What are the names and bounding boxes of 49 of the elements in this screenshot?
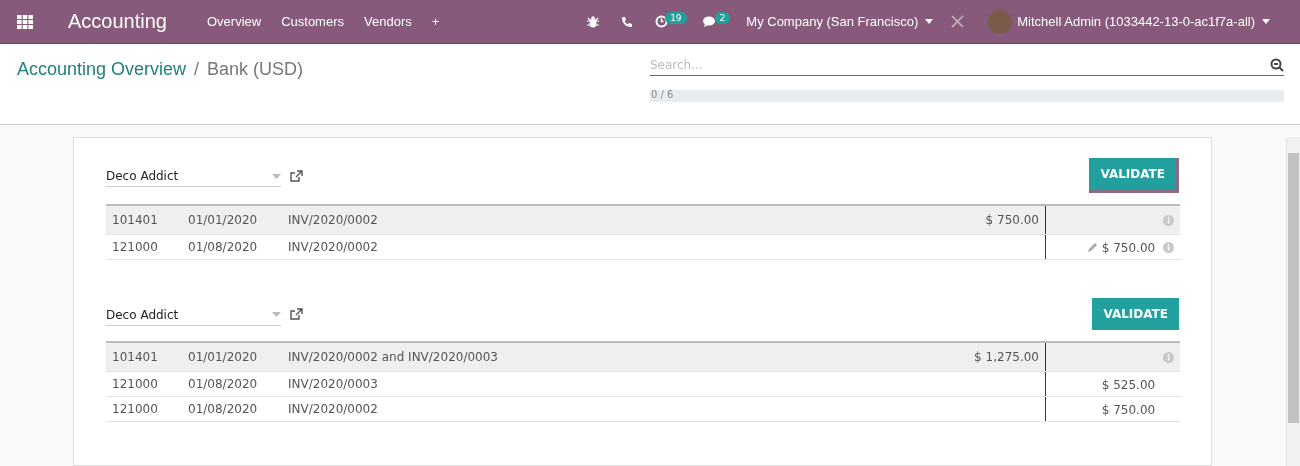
date-cell: 01/08/2020 xyxy=(188,377,258,391)
bug-icon[interactable] xyxy=(587,15,600,28)
partner-select[interactable]: Deco Addict xyxy=(106,302,281,326)
debit-amount: $ 1,275.00 xyxy=(974,350,1039,364)
menu-item[interactable]: + xyxy=(431,14,440,29)
validate-button[interactable]: VALIDATE xyxy=(1089,158,1179,193)
app-title: Accounting xyxy=(68,10,167,33)
company-switcher[interactable]: My Company (San Francisco) xyxy=(746,14,919,29)
breadcrumb-link[interactable]: Accounting Overview xyxy=(17,59,187,80)
caret-icon xyxy=(272,312,281,317)
label-cell: INV/2020/0003 xyxy=(288,377,378,391)
credit-amount: $ 750.00 xyxy=(1101,402,1156,417)
caret-icon xyxy=(272,173,281,179)
external-link-icon[interactable] xyxy=(290,169,303,182)
label-cell: INV/2020/0002 xyxy=(288,402,378,416)
partner-select[interactable]: Deco Addict xyxy=(106,164,281,187)
apps-grid-icon[interactable] xyxy=(17,14,33,29)
date-cell: 01/08/2020 xyxy=(188,240,258,254)
progress-text: 0 / 6 xyxy=(651,89,674,100)
activity-count-badge: 19 xyxy=(665,12,687,24)
account-cell: 101401 xyxy=(112,213,158,227)
label-cell: INV/2020/0002 xyxy=(288,240,378,254)
menu-item[interactable]: Overview xyxy=(206,14,262,29)
credit-amount: $ 750.00 xyxy=(1101,240,1156,255)
phone-icon[interactable] xyxy=(621,15,634,28)
date-cell: 01/01/2020 xyxy=(188,350,258,364)
scrollbar[interactable] xyxy=(1286,137,1300,466)
account-cell: 121000 xyxy=(112,402,158,416)
date-cell: 01/01/2020 xyxy=(188,213,258,227)
account-cell: 121000 xyxy=(112,377,158,391)
credit-amount: $ 525.00 xyxy=(1101,377,1156,392)
clock-icon[interactable] xyxy=(655,15,669,28)
date-cell: 01/08/2020 xyxy=(188,402,258,416)
validate-button[interactable]: VALIDATE xyxy=(1092,298,1179,330)
account-cell: 101401 xyxy=(112,350,158,364)
message-count-badge: 2 xyxy=(714,12,731,24)
external-link-icon[interactable] xyxy=(290,308,303,320)
breadcrumb-separator: / xyxy=(194,59,200,80)
breadcrumb-current: Bank (USD) xyxy=(207,59,304,80)
label-cell: INV/2020/0002 xyxy=(288,213,378,227)
user-menu[interactable]: Mitchell Admin (1033442-13-0-ac1f7a-all) xyxy=(1017,14,1255,29)
chat-bubbles-icon[interactable] xyxy=(702,15,718,28)
account-cell: 121000 xyxy=(112,240,158,254)
debit-amount: $ 750.00 xyxy=(985,213,1039,227)
menu-item[interactable]: Vendors xyxy=(364,14,412,29)
menu-item[interactable]: Customers xyxy=(281,14,344,29)
label-cell: INV/2020/0002 and INV/2020/0003 xyxy=(288,350,498,364)
caret-icon xyxy=(1262,19,1270,24)
caret-icon xyxy=(925,19,934,24)
